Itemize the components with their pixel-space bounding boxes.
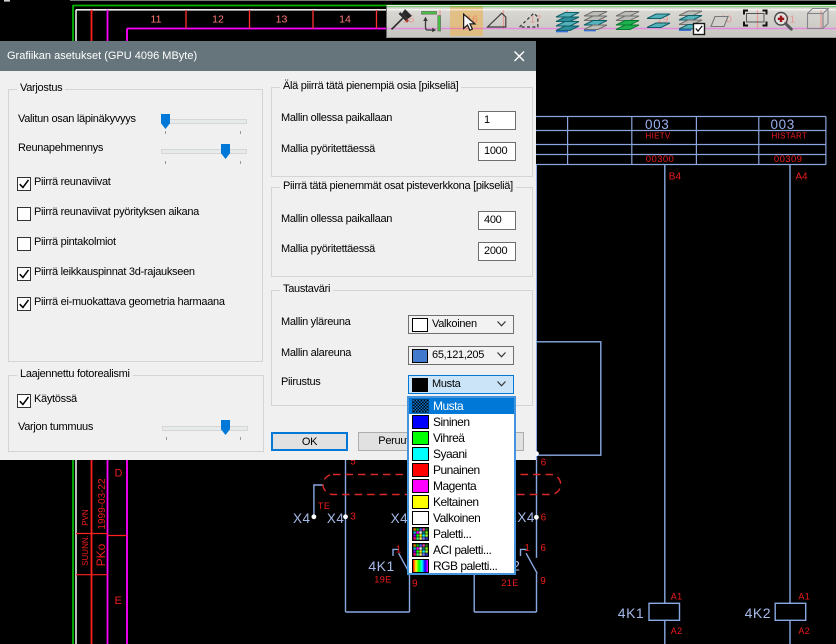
svg-text:E: E (115, 595, 122, 607)
svg-text:X4: X4 (293, 511, 311, 526)
svg-text:11: 11 (151, 14, 162, 26)
svg-text:A4: A4 (795, 172, 808, 183)
svg-text:21E: 21E (501, 578, 518, 588)
svg-text:00309: 00309 (774, 154, 802, 165)
svg-text:HISTART: HISTART (772, 131, 808, 140)
svg-text:1999-03-22: 1999-03-22 (97, 478, 108, 530)
svg-text:12: 12 (212, 14, 224, 26)
svg-text:9: 9 (412, 578, 418, 589)
svg-text:A2: A2 (671, 626, 683, 636)
svg-text:B4: B4 (669, 172, 682, 183)
svg-text:003: 003 (771, 117, 795, 132)
svg-text:4K1: 4K1 (618, 605, 644, 621)
svg-text:6: 6 (540, 543, 546, 554)
svg-text:1: 1 (524, 543, 530, 554)
svg-text:00300: 00300 (646, 154, 674, 165)
svg-text:X4: X4 (391, 511, 409, 526)
svg-text:003: 003 (645, 117, 669, 132)
svg-text:6: 6 (541, 457, 547, 468)
svg-text:19E: 19E (374, 574, 391, 584)
svg-text:D: D (115, 468, 123, 480)
svg-text:PVN: PVN (81, 509, 90, 526)
svg-text:A2: A2 (798, 626, 810, 636)
svg-text:13: 13 (276, 14, 288, 26)
svg-text:A1: A1 (798, 591, 810, 601)
svg-text:X4: X4 (517, 510, 535, 525)
svg-text:4K2: 4K2 (745, 605, 771, 621)
svg-text:TE: TE (318, 501, 331, 511)
svg-text:X4: X4 (327, 511, 345, 526)
svg-text:HIETV: HIETV (646, 131, 671, 140)
svg-text:3: 3 (350, 512, 356, 523)
svg-text:A1: A1 (671, 591, 683, 601)
svg-text:14: 14 (339, 14, 351, 26)
svg-text:PKo: PKo (94, 543, 108, 566)
svg-text:6: 6 (541, 513, 547, 524)
svg-text:9: 9 (540, 576, 546, 587)
svg-text:1: 1 (396, 545, 402, 556)
svg-text:4K1: 4K1 (368, 558, 394, 574)
svg-text:SUUNN.: SUUNN. (81, 535, 90, 566)
